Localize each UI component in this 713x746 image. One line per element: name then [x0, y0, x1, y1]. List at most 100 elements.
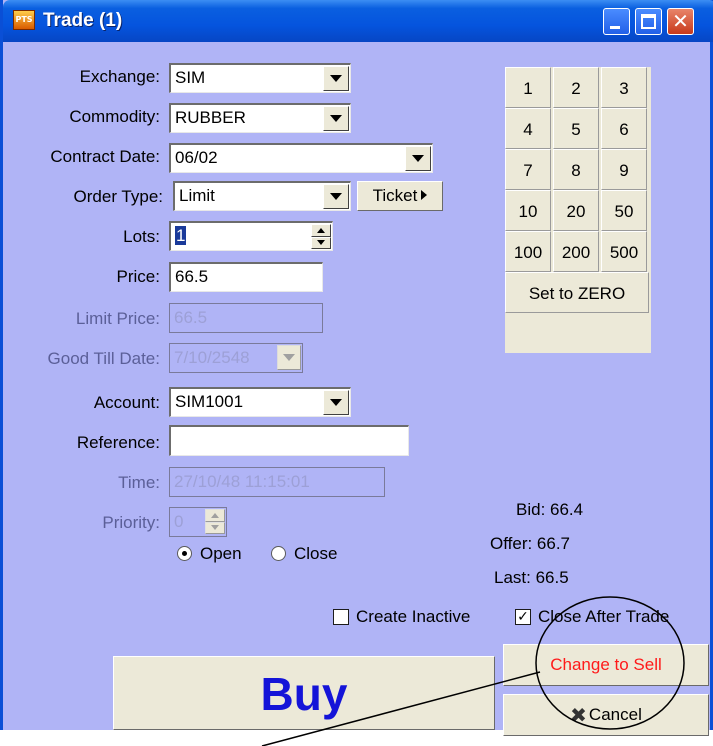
chevron-down-icon: [330, 75, 342, 82]
offer-quote: Offer: 66.7: [490, 534, 571, 553]
contract-date-dropdown[interactable]: 06/02: [169, 143, 433, 173]
close-window-button[interactable]: ✕: [667, 8, 694, 35]
maximize-icon: [641, 14, 656, 29]
good-till-date-picker: 7/10/2548: [169, 343, 303, 373]
decrement-button: [205, 521, 225, 534]
set-to-zero-button[interactable]: Set to ZERO: [505, 272, 649, 313]
bid-quote: Bid: 66.4: [516, 500, 584, 519]
close-icon: ✕: [672, 9, 689, 33]
decrement-button[interactable]: [311, 236, 331, 249]
good-till-date-value: 7/10/2548: [174, 348, 250, 367]
chevron-down-icon: [412, 155, 424, 162]
order-type-dropdown[interactable]: Limit: [173, 181, 351, 211]
keypad-key[interactable]: 3: [601, 67, 647, 108]
keypad-key[interactable]: 5: [553, 108, 599, 149]
priority-spin-buttons: [205, 509, 225, 534]
time-field: 27/10/48 11:15:01: [169, 467, 385, 497]
account-label: Account:: [93, 393, 160, 412]
good-till-date-button: [277, 345, 301, 370]
caret-right-icon: [421, 190, 428, 200]
create-inactive-label[interactable]: Create Inactive: [356, 607, 470, 627]
open-radio[interactable]: [177, 546, 192, 561]
price-label: Price:: [116, 267, 160, 286]
close-after-trade-label[interactable]: Close After Trade: [538, 607, 669, 627]
increment-button: [205, 509, 225, 522]
limit-price-field: 66.5: [169, 303, 323, 333]
commodity-label: Commodity:: [69, 107, 160, 126]
keypad-key[interactable]: 4: [505, 108, 551, 149]
exchange-label: Exchange:: [79, 67, 160, 86]
open-radio-label[interactable]: Open: [200, 544, 242, 564]
keypad-key[interactable]: 7: [505, 149, 551, 190]
contract-date-label: Contract Date:: [50, 147, 160, 166]
priority-label: Priority:: [102, 513, 160, 532]
commodity-dropdown-button[interactable]: [323, 106, 349, 131]
arrow-down-icon: [211, 525, 219, 531]
account-value: SIM1001: [175, 392, 244, 411]
price-field[interactable]: 66.5: [169, 262, 323, 292]
commodity-dropdown[interactable]: RUBBER: [169, 103, 351, 133]
cancel-x-icon: ✖: [570, 703, 587, 727]
contract-date-dropdown-button[interactable]: [405, 146, 431, 171]
chevron-down-icon: [330, 399, 342, 406]
ticket-label: Ticket: [372, 186, 418, 205]
keypad-key[interactable]: 2: [553, 67, 599, 108]
minimize-icon: [610, 26, 620, 29]
order-type-value: Limit: [179, 186, 215, 205]
keypad-key[interactable]: 1: [505, 67, 551, 108]
keypad-key[interactable]: 10: [505, 190, 551, 231]
reference-label: Reference:: [76, 433, 160, 452]
account-dropdown[interactable]: SIM1001: [169, 387, 351, 417]
reference-field[interactable]: [169, 425, 409, 456]
title-bar[interactable]: PTS Trade (1) ✕: [3, 0, 713, 42]
commodity-value: RUBBER: [175, 108, 246, 127]
change-to-sell-button[interactable]: Change to Sell: [503, 644, 709, 686]
exchange-dropdown[interactable]: SIM: [169, 63, 351, 93]
keypad-key[interactable]: 9: [601, 149, 647, 190]
good-till-date-label: Good Till Date:: [47, 349, 160, 368]
close-radio[interactable]: [271, 546, 286, 561]
create-inactive-checkbox[interactable]: [333, 609, 349, 625]
last-quote: Last: 66.5: [494, 568, 569, 587]
priority-stepper: 0: [169, 507, 227, 537]
maximize-button[interactable]: [635, 8, 662, 35]
cancel-button[interactable]: ✖ Cancel: [503, 694, 709, 736]
keypad-key[interactable]: 200: [553, 231, 599, 272]
keypad-key[interactable]: 100: [505, 231, 551, 272]
lots-value: 1: [175, 226, 187, 245]
lots-label: Lots:: [123, 227, 160, 246]
close-radio-label[interactable]: Close: [294, 544, 337, 564]
lots-spin-buttons[interactable]: [311, 224, 331, 249]
lots-stepper[interactable]: 1: [169, 221, 333, 251]
quantity-keypad: 1 2 3 4 5 6 7 8 9 10 20 50 100 200 500 S…: [505, 67, 651, 353]
arrow-up-icon: [317, 227, 325, 233]
ticket-button[interactable]: Ticket: [357, 181, 443, 211]
minimize-button[interactable]: [603, 8, 630, 35]
exchange-dropdown-button[interactable]: [323, 66, 349, 91]
arrow-down-icon: [317, 240, 325, 246]
exchange-value: SIM: [175, 68, 206, 87]
keypad-key[interactable]: 8: [553, 149, 599, 190]
keypad-key[interactable]: 50: [601, 190, 647, 231]
chevron-down-icon: [330, 115, 342, 122]
increment-button[interactable]: [311, 224, 331, 237]
order-type-dropdown-button[interactable]: [323, 184, 349, 209]
trade-window: PTS Trade (1) ✕ Exchange: SIM Commodity:…: [0, 0, 713, 736]
time-label: Time:: [118, 473, 160, 492]
keypad-key[interactable]: 500: [601, 231, 647, 272]
close-after-trade-checkbox[interactable]: ✓: [515, 609, 531, 625]
account-dropdown-button[interactable]: [323, 390, 349, 415]
app-logo-icon: PTS: [13, 10, 35, 30]
chevron-down-icon: [283, 354, 295, 361]
cancel-label: Cancel: [588, 705, 642, 724]
keypad-key[interactable]: 20: [553, 190, 599, 231]
window-title: Trade (1): [43, 10, 123, 31]
buy-button[interactable]: Buy: [113, 656, 495, 730]
keypad-key[interactable]: 6: [601, 108, 647, 149]
limit-price-label: Limit Price:: [75, 309, 160, 328]
priority-value: 0: [174, 512, 184, 531]
chevron-down-icon: [330, 193, 342, 200]
order-type-label: Order Type:: [73, 187, 163, 206]
contract-date-value: 06/02: [175, 148, 218, 167]
arrow-up-icon: [211, 512, 219, 518]
